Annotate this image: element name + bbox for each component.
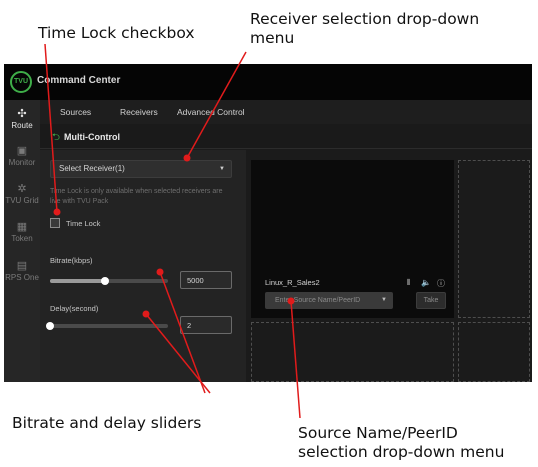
callout-receiver-line2: menu	[250, 29, 295, 47]
time-lock-checkbox[interactable]	[50, 218, 60, 228]
sidebar-item-label: Token	[11, 234, 33, 243]
back-arrow-icon[interactable]: ⮌	[52, 130, 60, 147]
sidebar-item-label: Route	[11, 121, 33, 130]
bitrate-input[interactable]	[180, 271, 232, 289]
sidebar-item-label: RPS One	[5, 273, 39, 282]
qr-icon: ▦	[16, 221, 28, 233]
rps-icon: ▤	[16, 260, 28, 272]
source-peerid-dropdown[interactable]: Enter Source Name/PeerID ▼	[265, 292, 393, 309]
bitrate-slider-fill	[50, 279, 106, 283]
receiver-select-value: Select Receiver(1)	[59, 164, 125, 173]
sidebar-item-rps-one[interactable]: ▤ RPS One	[4, 260, 40, 282]
tvu-logo: TVU	[10, 71, 32, 93]
receiver-select-dropdown[interactable]: Select Receiver(1) ▼	[50, 160, 232, 178]
callout-source-line1: Source Name/PeerID	[298, 424, 458, 442]
sidebar-item-route[interactable]: ✣ Route	[4, 108, 40, 130]
delay-slider-handle[interactable]	[46, 322, 54, 330]
monitor-icon: ▣	[16, 145, 28, 157]
tab-bar: Sources Receivers Advanced Control	[40, 100, 532, 124]
grid-icon: ✲	[17, 183, 27, 195]
delay-label: Delay(second)	[50, 304, 99, 313]
tab-receivers[interactable]: Receivers	[120, 107, 158, 117]
volume-icon[interactable]: 🔈	[421, 278, 431, 287]
tab-advanced-control[interactable]: Advanced Control	[177, 107, 245, 117]
callout-source-line2: selection drop-down menu	[298, 443, 505, 461]
empty-video-slot	[458, 160, 530, 318]
callout-receiver-line1: Receiver selection drop-down	[250, 10, 480, 28]
sidebar-item-token[interactable]: ▦ Token	[4, 221, 40, 243]
callout-sliders: Bitrate and delay sliders	[12, 414, 202, 432]
bitrate-slider-handle[interactable]	[101, 277, 110, 285]
page-title: Multi-Control	[64, 132, 120, 142]
app-title: Command Center	[37, 75, 121, 86]
title-bar: TVU Command Center	[4, 64, 532, 100]
sidebar-item-tvu-grid[interactable]: ✲ TVU Grid	[4, 183, 40, 205]
take-button[interactable]: Take	[416, 292, 446, 309]
delay-input[interactable]	[180, 316, 232, 334]
chevron-down-icon: ▼	[219, 166, 225, 172]
levels-icon[interactable]: ⫴	[407, 278, 410, 288]
info-icon[interactable]: ⓘ	[437, 278, 445, 289]
sidebar-item-monitor[interactable]: ▣ Monitor	[4, 145, 40, 167]
multi-control-header: ⮌ Multi-Control	[40, 124, 532, 149]
sidebar-item-label: Monitor	[8, 158, 36, 167]
time-lock-hint: Time Lock is only available when selecte…	[50, 188, 223, 205]
sidebar: ✣ Route ▣ Monitor ✲ TVU Grid ▦ Token ▤ R…	[4, 100, 40, 382]
bitrate-label: Bitrate(kbps)	[50, 256, 93, 265]
route-icon: ✣	[17, 108, 27, 120]
chevron-down-icon: ▼	[381, 297, 387, 303]
callout-receiver-selection: Receiver selection drop-down menu	[250, 10, 479, 48]
empty-video-slot	[251, 322, 454, 382]
source-name-label: Linux_R_Sales2	[265, 278, 320, 287]
empty-video-slot	[458, 322, 530, 382]
time-lock-label: Time Lock	[66, 219, 101, 228]
source-peerid-placeholder: Enter Source Name/PeerID	[275, 297, 361, 304]
control-panel: Select Receiver(1) ▼ Time Lock is only a…	[40, 150, 246, 382]
tab-sources[interactable]: Sources	[60, 107, 91, 117]
sidebar-item-label: TVU Grid	[5, 196, 39, 205]
callout-time-lock: Time Lock checkbox	[38, 24, 195, 42]
callout-source-selection: Source Name/PeerID selection drop-down m…	[298, 424, 504, 462]
delay-slider[interactable]	[50, 324, 168, 328]
